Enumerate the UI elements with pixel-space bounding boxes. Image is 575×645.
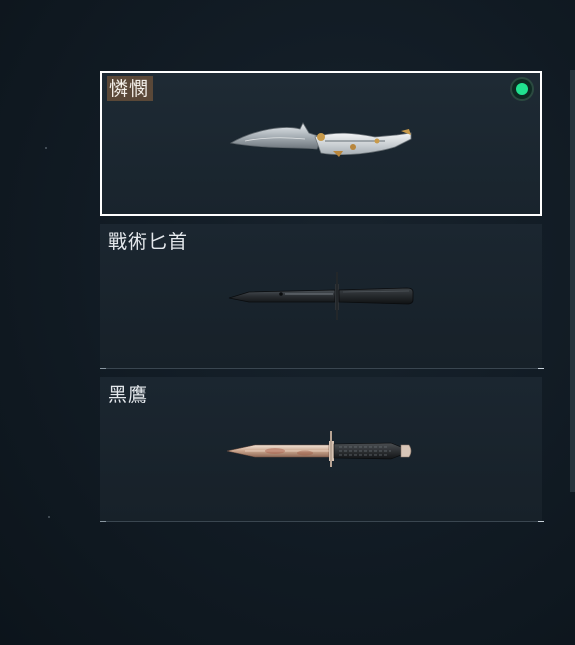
equipped-dot-icon (512, 79, 532, 99)
knife-list: 憐憫 戰術匕首 黑鷹 (100, 71, 544, 522)
knife-card-tactical-dagger[interactable]: 戰術匕首 (100, 224, 544, 369)
scrollbar[interactable] (570, 70, 575, 492)
knife-name: 黑鷹 (108, 384, 149, 406)
tactical-dagger-icon (228, 272, 414, 320)
knife-card-mercy[interactable]: 憐憫 (100, 71, 542, 216)
knife-name: 戰術匕首 (108, 231, 189, 253)
background-speck (48, 516, 50, 518)
karambit-knife-icon (229, 122, 412, 157)
knife-name: 憐憫 (107, 76, 154, 101)
knife-card-black-hawk[interactable]: 黑鷹 (100, 377, 544, 522)
background-speck (45, 147, 47, 149)
black-hawk-dagger-icon (226, 431, 412, 467)
